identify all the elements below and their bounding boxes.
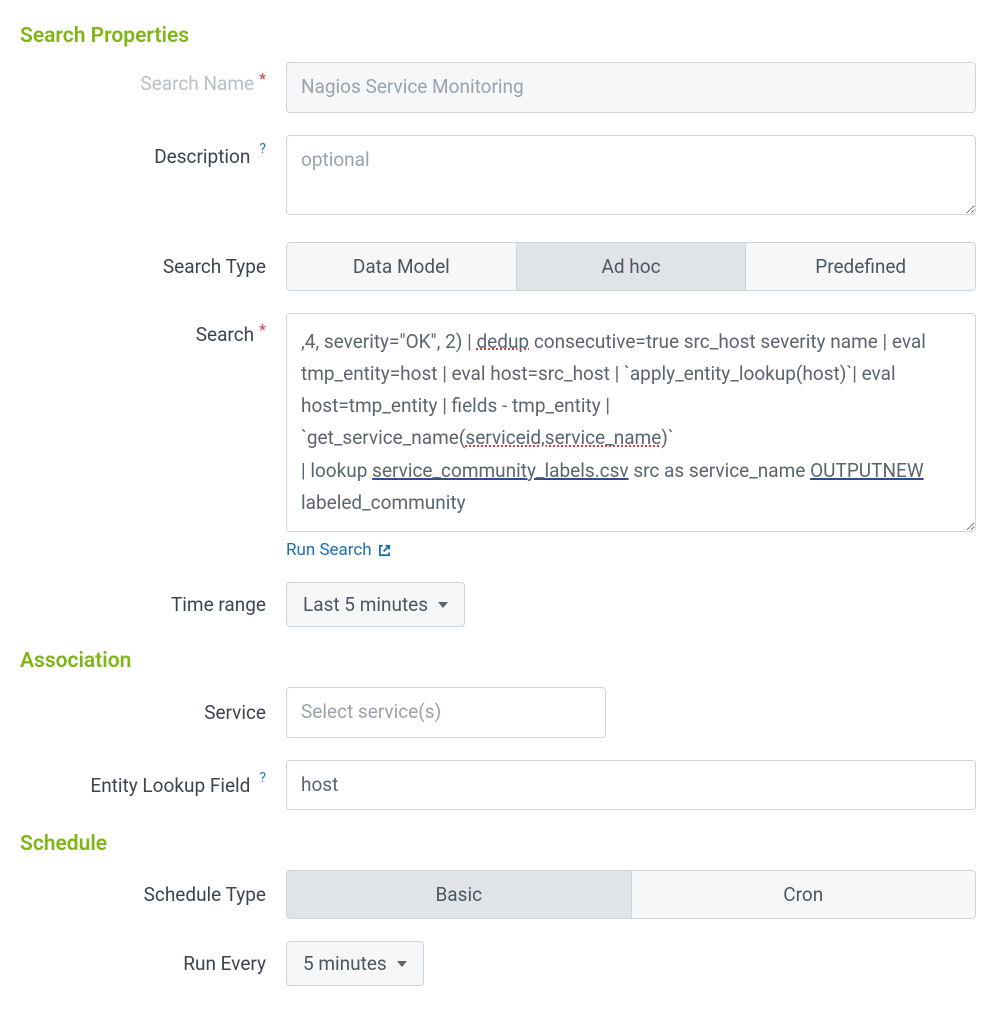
label-text-time-range: Time range <box>171 593 266 616</box>
row-schedule-type: Schedule Type Basic Cron <box>20 870 976 919</box>
schedule-type-segmented: Basic Cron <box>286 870 976 919</box>
label-text-service: Service <box>204 701 266 724</box>
time-range-value: Last 5 minutes <box>303 593 428 616</box>
value-cell-run-every: 5 minutes <box>286 941 976 986</box>
caret-down-icon <box>438 602 448 608</box>
section-title-search-properties: Search Properties <box>20 24 976 48</box>
label-text-entity-lookup: Entity Lookup Field <box>90 774 250 797</box>
row-entity-lookup: Entity Lookup Field ? <box>20 760 976 811</box>
section-title-schedule: Schedule <box>20 832 976 856</box>
row-search-name: Search Name * <box>20 62 976 113</box>
search-type-option-predefined[interactable]: Predefined <box>746 242 976 291</box>
label-service: Service <box>20 701 286 724</box>
schedule-type-option-cron[interactable]: Cron <box>632 870 977 919</box>
label-schedule-type: Schedule Type <box>20 883 286 906</box>
label-search-name: Search Name * <box>20 62 286 95</box>
description-textarea[interactable] <box>286 135 976 215</box>
value-cell-entity-lookup <box>286 760 976 811</box>
value-cell-search-type: Data Model Ad hoc Predefined <box>286 242 976 291</box>
search-textarea[interactable]: ,4, severity="OK", 2) | dedup consecutiv… <box>286 313 976 533</box>
value-cell-time-range: Last 5 minutes <box>286 582 976 627</box>
value-cell-service <box>286 687 976 738</box>
row-time-range: Time range Last 5 minutes <box>20 582 976 627</box>
row-description: Description ? <box>20 135 976 220</box>
label-description: Description ? <box>20 135 286 168</box>
help-icon[interactable]: ? <box>259 770 266 786</box>
label-text-run-every: Run Every <box>183 952 266 975</box>
external-link-icon <box>378 544 391 557</box>
run-every-dropdown[interactable]: 5 minutes <box>286 941 424 986</box>
value-cell-search-name <box>286 62 976 113</box>
required-asterisk: * <box>259 320 266 339</box>
row-run-every: Run Every 5 minutes <box>20 941 976 986</box>
search-type-option-data-model[interactable]: Data Model <box>286 242 517 291</box>
run-search-label: Run Search <box>286 540 372 560</box>
label-text-search-type: Search Type <box>163 255 266 278</box>
entity-lookup-input[interactable] <box>286 760 976 811</box>
schedule-type-option-basic[interactable]: Basic <box>286 870 632 919</box>
value-cell-search: ,4, severity="OK", 2) | dedup consecutiv… <box>286 313 976 561</box>
help-icon[interactable]: ? <box>259 141 266 157</box>
section-title-association: Association <box>20 649 976 673</box>
label-search-type: Search Type <box>20 255 286 278</box>
label-text-search: Search <box>196 323 254 346</box>
label-text-schedule-type: Schedule Type <box>144 883 266 906</box>
label-entity-lookup: Entity Lookup Field ? <box>20 774 286 797</box>
required-asterisk: * <box>259 69 266 88</box>
label-text-description: Description <box>154 145 250 168</box>
label-time-range: Time range <box>20 593 286 616</box>
label-run-every: Run Every <box>20 952 286 975</box>
run-every-value: 5 minutes <box>303 952 387 975</box>
search-type-option-ad-hoc[interactable]: Ad hoc <box>517 242 747 291</box>
run-search-link[interactable]: Run Search <box>286 540 391 560</box>
value-cell-description <box>286 135 976 220</box>
label-text-search-name: Search Name <box>140 72 254 95</box>
search-type-segmented: Data Model Ad hoc Predefined <box>286 242 976 291</box>
service-input[interactable] <box>286 687 606 738</box>
row-service: Service <box>20 687 976 738</box>
label-search: Search * <box>20 313 286 346</box>
time-range-dropdown[interactable]: Last 5 minutes <box>286 582 465 627</box>
caret-down-icon <box>397 961 407 967</box>
form-page: Search Properties Search Name * Descript… <box>0 0 996 1022</box>
search-name-input <box>286 62 976 113</box>
value-cell-schedule-type: Basic Cron <box>286 870 976 919</box>
row-search: Search * ,4, severity="OK", 2) | dedup c… <box>20 313 976 561</box>
row-search-type: Search Type Data Model Ad hoc Predefined <box>20 242 976 291</box>
